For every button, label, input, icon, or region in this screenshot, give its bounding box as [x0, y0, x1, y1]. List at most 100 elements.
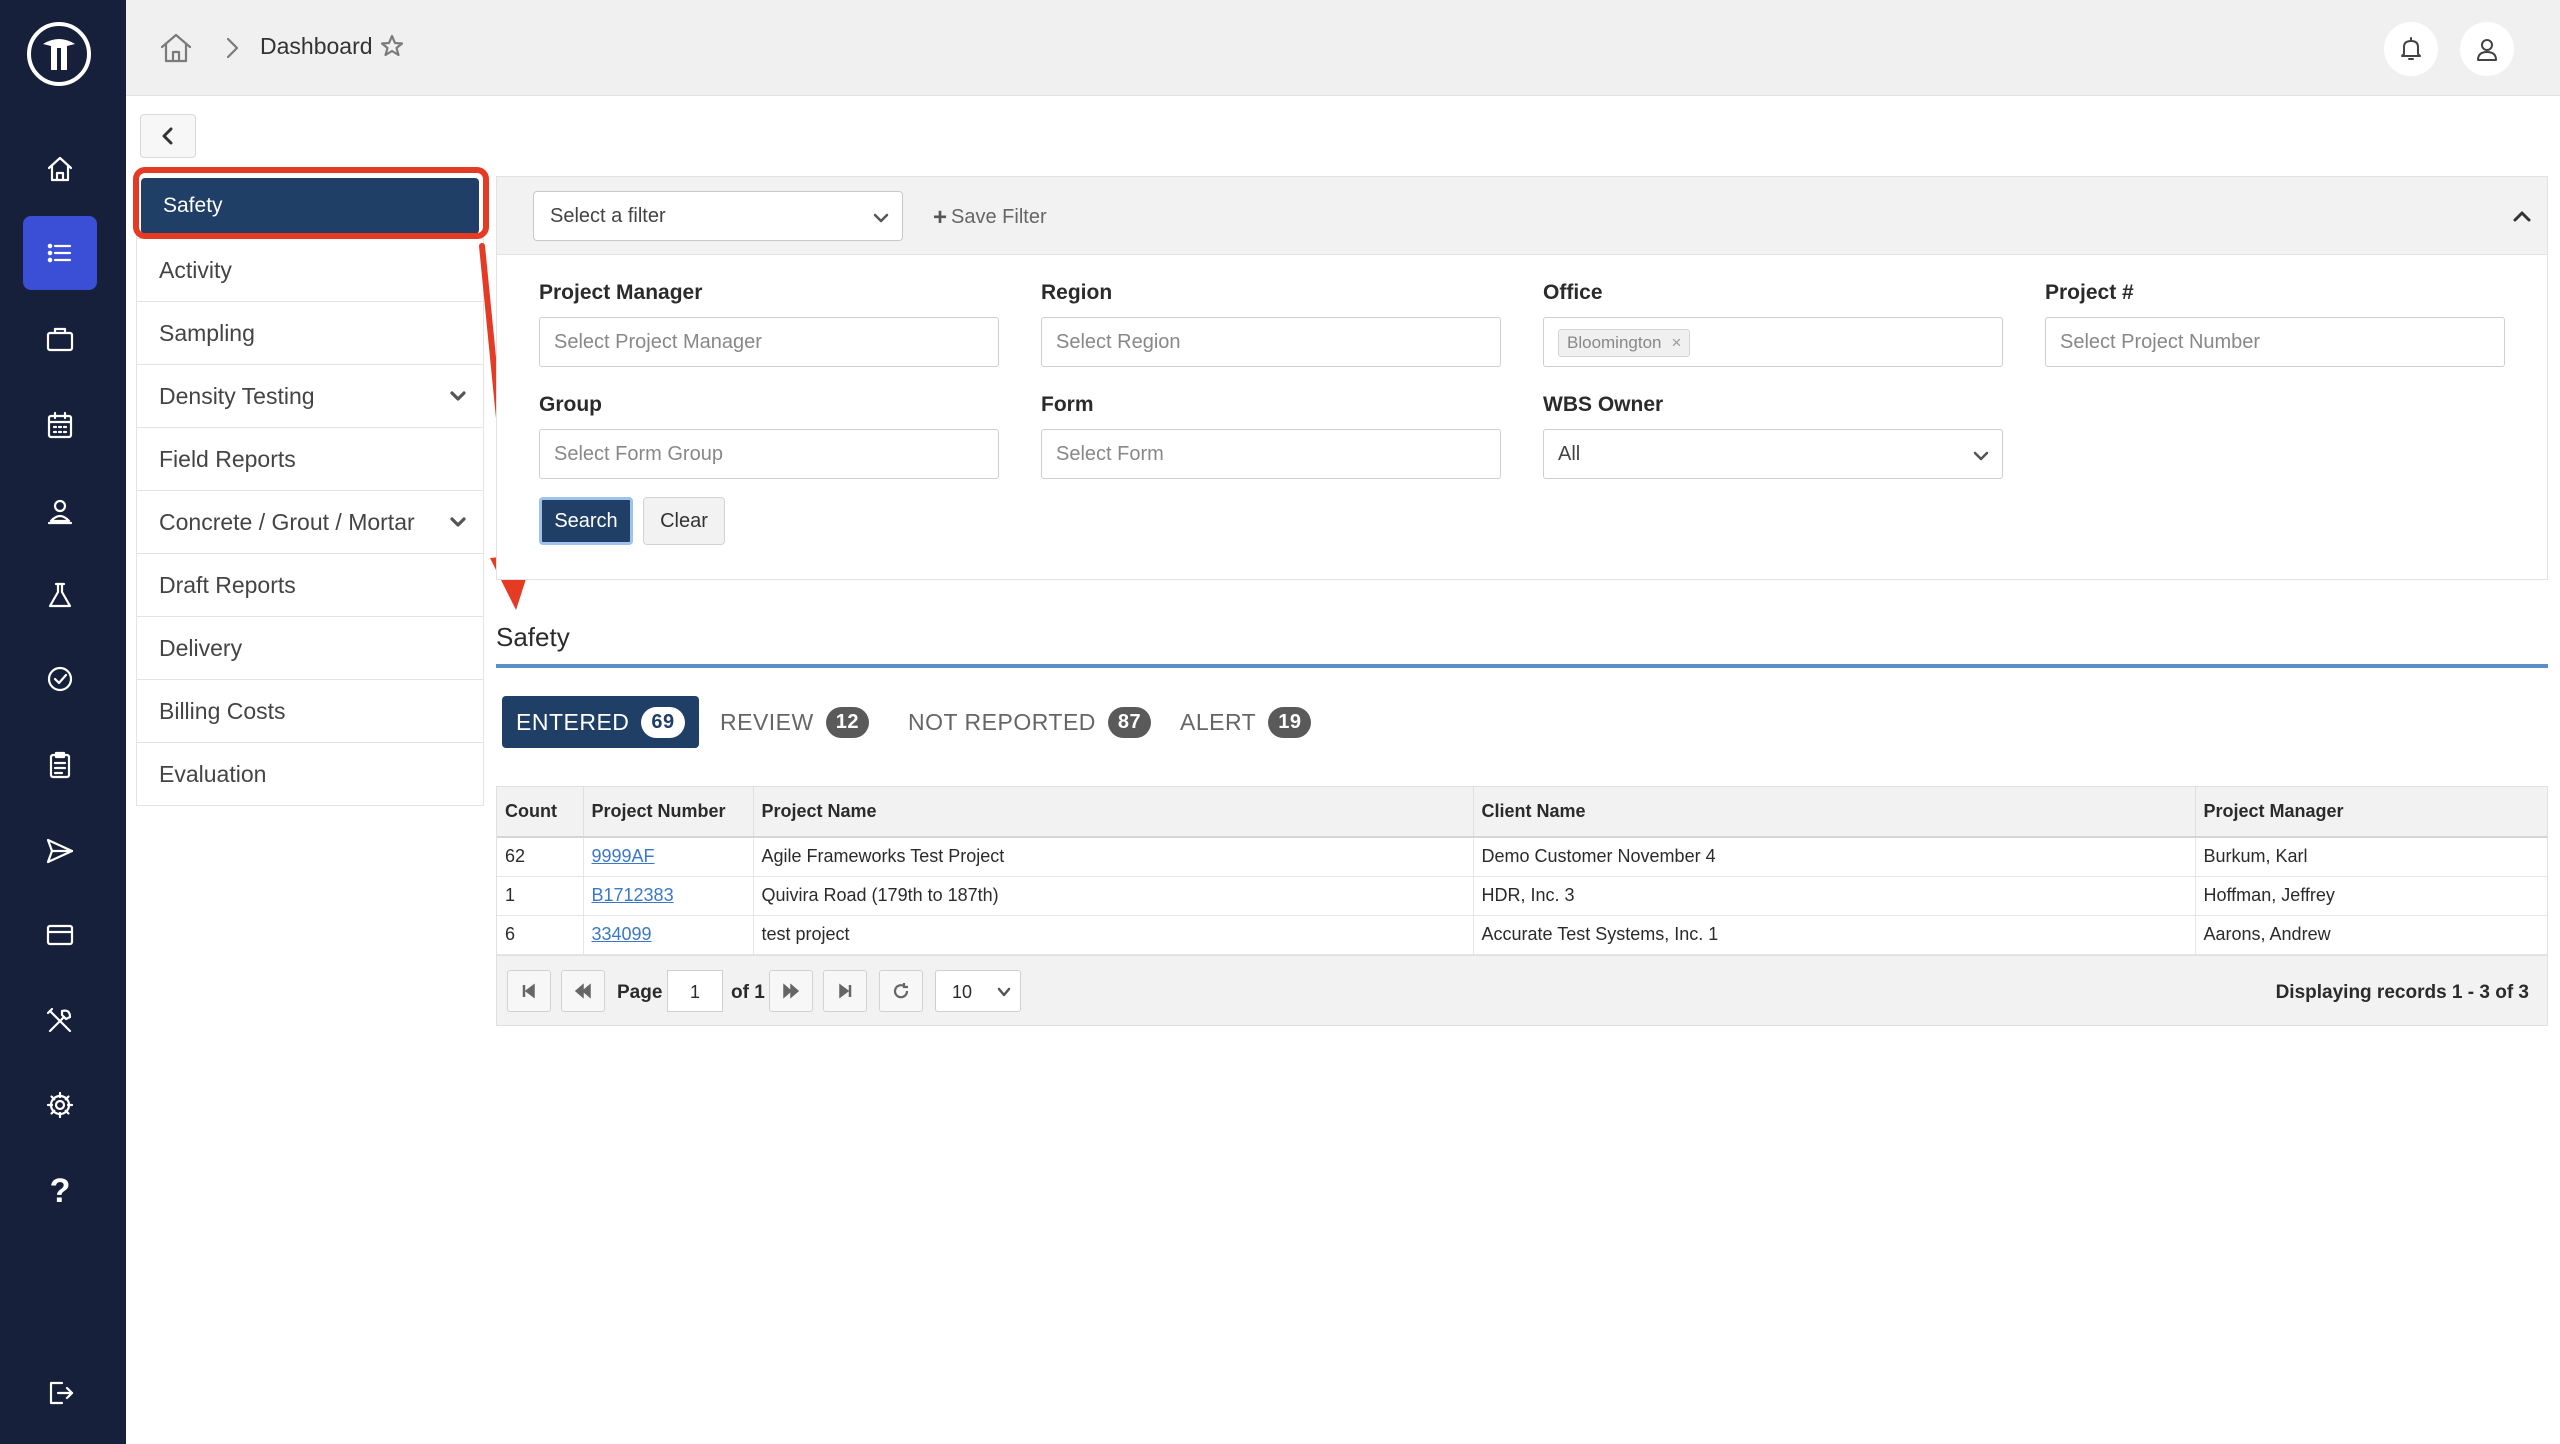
cell-client-name: HDR, Inc. 3 [1473, 876, 2196, 916]
records-summary: Displaying records 1 - 3 of 3 [2275, 981, 2529, 1003]
nav-clipboard-icon[interactable] [23, 728, 97, 802]
cell-project-name: Quivira Road (179th to 187th) [753, 876, 1474, 916]
tab-review[interactable]: REVIEW 12 [720, 696, 869, 748]
save-filter-button[interactable]: + Save Filter [933, 204, 1047, 232]
notifications-bell-icon[interactable] [2384, 22, 2438, 76]
collapse-filters-chevron-up-icon[interactable] [2511, 205, 2533, 227]
next-page-button[interactable] [769, 969, 813, 1012]
tab-not-reported[interactable]: NOT REPORTED 87 [908, 696, 1152, 748]
page-size-select[interactable]: 10 [935, 969, 1021, 1012]
column-header-project-number[interactable]: Project Number [583, 787, 754, 838]
cell-project-number: 9999AF [583, 837, 754, 877]
project-number-link[interactable]: 334099 [592, 924, 652, 944]
table-row[interactable]: 1 B1712383 Quivira Road (179th to 187th)… [497, 876, 2547, 916]
user-profile-icon[interactable] [2460, 22, 2514, 76]
form-input[interactable]: Select Form [1041, 429, 1501, 479]
table-row[interactable]: 6 334099 test project Accurate Test Syst… [497, 915, 2547, 955]
refresh-icon [893, 982, 909, 998]
menu-item-draft-reports[interactable]: Draft Reports [137, 553, 483, 616]
column-header-count[interactable]: Count [497, 787, 584, 838]
form-group-input[interactable]: Select Form Group [539, 429, 999, 479]
cell-project-number: B1712383 [583, 876, 754, 916]
wbs-owner-select[interactable]: All [1543, 429, 2003, 479]
count-badge: 87 [1107, 706, 1152, 738]
office-selected-tag[interactable]: Bloomington × [1558, 329, 1691, 357]
nav-home-icon[interactable] [23, 132, 97, 206]
report-menu: Safety Activity Sampling Density Testing… [136, 174, 484, 806]
section-divider [496, 664, 2548, 668]
count-badge: 69 [641, 706, 685, 738]
project-number-link[interactable]: B1712383 [592, 885, 674, 905]
previous-page-button[interactable] [561, 969, 605, 1012]
cell-project-manager: Aarons, Andrew [2195, 915, 2547, 955]
nav-gear-icon[interactable] [23, 1068, 97, 1142]
menu-item-concrete-grout-mortar[interactable]: Concrete / Grout / Mortar [137, 490, 483, 553]
group-label: Group [539, 393, 602, 416]
cell-project-manager: Hoffman, Jeffrey [2195, 876, 2547, 916]
search-button[interactable]: Search [539, 497, 633, 545]
tab-entered[interactable]: ENTERED 69 [502, 696, 699, 748]
cell-project-name: Agile Frameworks Test Project [753, 837, 1474, 877]
app-logo-icon[interactable] [27, 22, 91, 86]
project-manager-input[interactable]: Select Project Manager [539, 317, 999, 367]
nav-badge-check-icon[interactable] [23, 642, 97, 716]
region-label: Region [1041, 281, 1113, 304]
results-grid: Count Project Number Project Name Client… [496, 786, 2548, 1026]
favorite-star-icon[interactable] [380, 34, 404, 58]
column-header-project-manager[interactable]: Project Manager [2195, 787, 2547, 838]
previous-page-icon [574, 982, 591, 999]
nav-briefcase-icon[interactable] [23, 302, 97, 376]
project-number-link[interactable]: 9999AF [592, 846, 655, 866]
office-label: Office [1543, 281, 1603, 304]
chevron-down-icon [997, 987, 1011, 996]
menu-item-evaluation[interactable]: Evaluation [137, 742, 483, 805]
refresh-button[interactable] [879, 969, 923, 1012]
tab-alert[interactable]: ALERT 19 [1180, 696, 1312, 748]
cell-project-number: 334099 [583, 915, 754, 955]
section-title: Safety [496, 622, 570, 652]
region-input[interactable]: Select Region [1041, 317, 1501, 367]
filter-toolbar: Select a filter + Save Filter [497, 177, 2547, 255]
nav-logout-icon[interactable] [23, 1356, 97, 1430]
page-total-label: of 1 [731, 981, 765, 1003]
select-filter-dropdown[interactable]: Select a filter [533, 191, 903, 241]
clear-button[interactable]: Clear [643, 497, 725, 545]
top-bar: Dashboard [126, 0, 2560, 96]
remove-tag-icon[interactable]: × [1672, 333, 1682, 352]
breadcrumb-current[interactable]: Dashboard [260, 33, 373, 60]
cell-count: 1 [497, 876, 584, 916]
last-page-button[interactable] [823, 969, 867, 1012]
first-page-button[interactable] [507, 969, 551, 1012]
count-badge: 12 [825, 706, 869, 738]
nav-calendar-icon[interactable] [23, 388, 97, 462]
column-header-client-name[interactable]: Client Name [1473, 787, 2196, 838]
nav-user-icon[interactable] [23, 474, 97, 548]
breadcrumb-chevron-right-icon [220, 34, 244, 62]
nav-list-icon[interactable] [23, 216, 97, 290]
menu-item-density-testing[interactable]: Density Testing [137, 364, 483, 427]
project-number-input[interactable]: Select Project Number [2045, 317, 2505, 367]
breadcrumb-home-icon[interactable] [158, 30, 194, 66]
menu-item-field-reports[interactable]: Field Reports [137, 427, 483, 490]
office-input[interactable]: Bloomington × [1543, 317, 2003, 367]
collapse-sidebar-button[interactable] [140, 114, 196, 158]
nav-send-icon[interactable] [23, 814, 97, 888]
next-page-icon [783, 982, 800, 999]
menu-item-billing-costs[interactable]: Billing Costs [137, 679, 483, 742]
menu-item-sampling[interactable]: Sampling [137, 301, 483, 364]
column-header-project-name[interactable]: Project Name [753, 787, 1474, 838]
nav-credit-card-icon[interactable] [23, 898, 97, 972]
cell-client-name: Accurate Test Systems, Inc. 1 [1473, 915, 2196, 955]
table-row[interactable]: 62 9999AF Agile Frameworks Test Project … [497, 837, 2547, 877]
form-label: Form [1041, 393, 1094, 416]
nav-flask-icon[interactable] [23, 558, 97, 632]
nav-tools-icon[interactable] [23, 984, 97, 1058]
cell-project-name: test project [753, 915, 1474, 955]
page-number-input[interactable]: 1 [667, 969, 723, 1012]
chevron-down-icon [1973, 451, 1989, 461]
menu-item-activity[interactable]: Activity [137, 238, 483, 301]
nav-help-icon[interactable]: ? [23, 1154, 97, 1228]
wbs-owner-label: WBS Owner [1543, 393, 1664, 416]
menu-item-delivery[interactable]: Delivery [137, 616, 483, 679]
project-manager-label: Project Manager [539, 281, 703, 304]
